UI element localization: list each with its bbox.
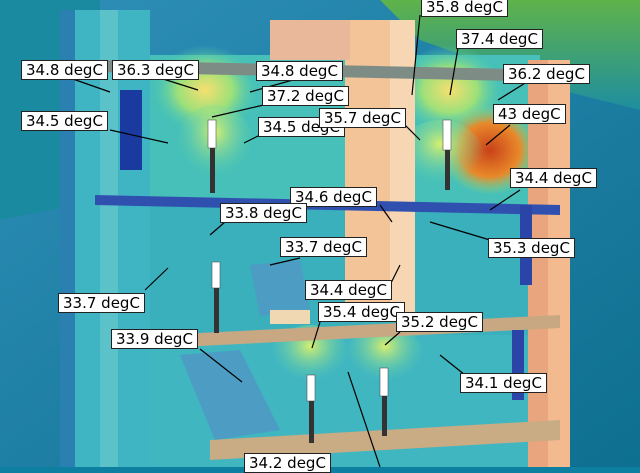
temp-label: 35.3 degC bbox=[488, 238, 575, 258]
temp-label: 36.2 degC bbox=[503, 64, 590, 84]
temp-label: 34.5 degC bbox=[21, 111, 108, 131]
temp-label: 33.8 degC bbox=[220, 203, 307, 223]
temp-label: 37.2 degC bbox=[262, 86, 349, 106]
temp-label: 34.8 degC bbox=[256, 61, 343, 81]
temp-label: 35.4 degC bbox=[318, 302, 405, 322]
temp-label: 33.7 degC bbox=[58, 293, 145, 313]
temp-label: 43 degC bbox=[493, 104, 566, 124]
temp-label: 35.2 degC bbox=[396, 312, 483, 332]
temp-label: 34.4 degC bbox=[305, 280, 392, 300]
temp-label: 34.2 degC bbox=[244, 453, 331, 473]
temp-label: 35.7 degC bbox=[319, 108, 406, 128]
temp-label: 36.3 degC bbox=[112, 60, 199, 80]
temp-label: 34.1 degC bbox=[460, 373, 547, 393]
temp-label: 33.7 degC bbox=[280, 237, 367, 257]
temp-label: 37.4 degC bbox=[456, 29, 543, 49]
temp-label: 35.8 degC bbox=[421, 0, 508, 17]
temp-label: 34.8 degC bbox=[21, 60, 108, 80]
temp-label: 33.9 degC bbox=[111, 329, 198, 349]
temp-label: 34.4 degC bbox=[510, 168, 597, 188]
